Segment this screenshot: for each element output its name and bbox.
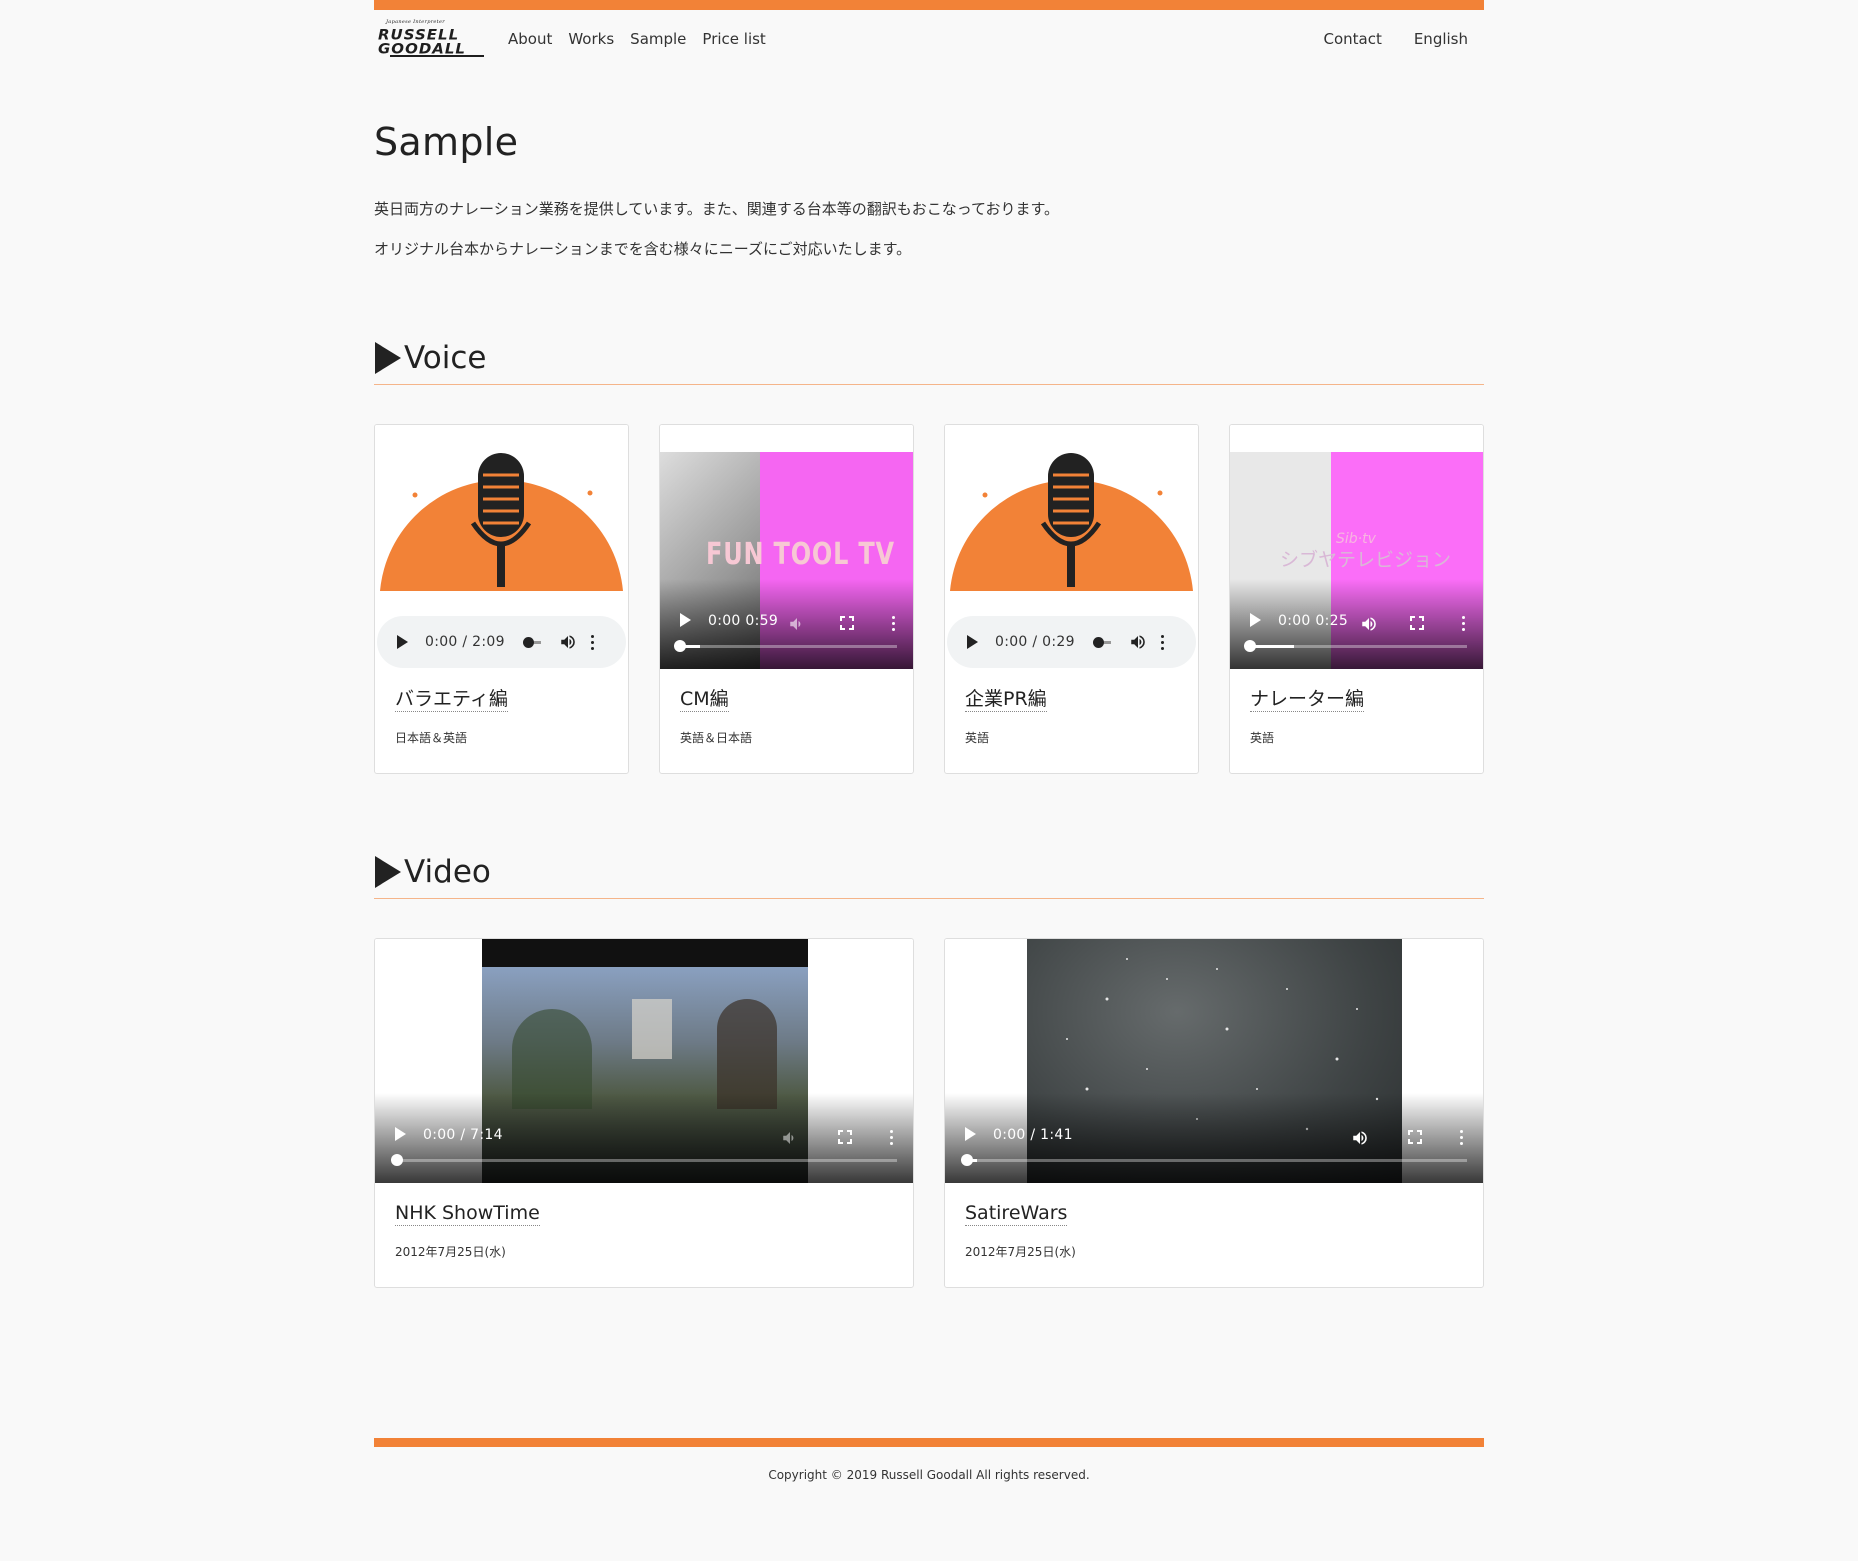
volume-icon[interactable] — [1360, 615, 1378, 633]
video-time: 0:00 / 1:41 — [993, 1127, 1073, 1143]
audio-player[interactable]: 0:00 / 0:29 — [947, 616, 1196, 668]
video-section-heading: Video — [374, 854, 491, 890]
logo-underline — [390, 55, 484, 57]
microphone-icon — [950, 453, 1193, 591]
play-icon[interactable] — [965, 1127, 976, 1141]
thumbnail-text: シブヤテレビジョン — [1280, 549, 1452, 571]
voice-divider — [374, 384, 1484, 385]
card-title[interactable]: SatireWars — [965, 1201, 1068, 1226]
volume-slider-knob[interactable] — [1092, 636, 1104, 648]
footer-accent-bar — [374, 1438, 1484, 1447]
copyright-text: Copyright © 2019 Russell Goodall All rig… — [768, 1468, 1090, 1482]
volume-slider-knob[interactable] — [522, 636, 534, 648]
fullscreen-icon[interactable] — [840, 616, 854, 630]
volume-icon[interactable] — [781, 1129, 799, 1147]
voice-card-corporate-pr: 0:00 / 0:29 企業PR編 英語 — [944, 424, 1199, 774]
voice-card-variety: 0:00 / 2:09 バラエティ編 日本語＆英語 — [374, 424, 629, 774]
voice-section-heading: Voice — [374, 340, 487, 376]
video-controls: 0:00 / 1:41 — [945, 1093, 1483, 1183]
video-controls: 0:00 0:59 — [660, 579, 913, 669]
volume-slider-track[interactable] — [533, 640, 541, 644]
more-options-icon[interactable] — [590, 634, 594, 650]
card-title[interactable]: バラエティ編 — [395, 687, 508, 712]
video-controls: 0:00 0:25 — [1230, 579, 1483, 669]
main-nav: About Works Sample Price list — [508, 30, 766, 48]
play-icon[interactable] — [1250, 613, 1261, 627]
video-time: 0:00 / 7:14 — [423, 1127, 503, 1143]
video-controls: 0:00 / 7:14 — [375, 1093, 913, 1183]
microphone-icon — [380, 453, 623, 591]
logo-subtitle: Japanese Interpreter — [386, 19, 445, 25]
progress-track[interactable] — [391, 1154, 897, 1166]
volume-icon[interactable] — [1129, 633, 1147, 651]
progress-track[interactable] — [674, 640, 897, 652]
play-icon[interactable] — [967, 635, 978, 649]
volume-slider-track[interactable] — [1103, 640, 1111, 644]
more-options-icon[interactable] — [1462, 616, 1465, 631]
video-card-satirewars: 0:00 / 1:41 SatireWars 2012年7月25日(水) — [944, 938, 1484, 1288]
nav-works[interactable]: Works — [568, 30, 614, 48]
nav-language[interactable]: English — [1414, 30, 1468, 48]
more-options-icon[interactable] — [1460, 1130, 1463, 1145]
play-triangle-icon — [375, 856, 401, 888]
intro-paragraph-2: オリジナル台本からナレーションまでを含む様々にニーズにご対応いたします。 — [374, 240, 912, 258]
card-title[interactable]: CM編 — [680, 687, 729, 712]
video-card-nhk-showtime: 0:00 / 7:14 NHK ShowTime 2012年7月25日(水) — [374, 938, 914, 1288]
audio-time: 0:00 / 2:09 — [425, 634, 505, 650]
logo[interactable]: Japanese Interpreter RUSSELL GOODALL — [376, 19, 484, 59]
video-time: 0:00 0:25 — [1278, 613, 1349, 629]
video-divider — [374, 898, 1484, 899]
nav-sample[interactable]: Sample — [630, 30, 686, 48]
more-options-icon[interactable] — [892, 616, 895, 631]
audio-time: 0:00 / 0:29 — [995, 634, 1075, 650]
nhk-video[interactable]: 0:00 / 7:14 — [375, 939, 913, 1183]
play-icon[interactable] — [680, 613, 691, 627]
nav-price-list[interactable]: Price list — [702, 30, 765, 48]
mic-thumbnail — [945, 425, 1198, 591]
thumbnail-text: FUN TOOL TV — [706, 537, 895, 572]
card-subtitle: 英語 — [965, 731, 990, 745]
mic-thumbnail — [375, 425, 628, 591]
volume-icon[interactable] — [788, 615, 806, 633]
nav-about[interactable]: About — [508, 30, 552, 48]
play-icon[interactable] — [395, 1127, 406, 1141]
volume-icon[interactable] — [1351, 1129, 1369, 1147]
card-title[interactable]: ナレーター編 — [1250, 687, 1365, 712]
nav-contact[interactable]: Contact — [1323, 30, 1381, 48]
fullscreen-icon[interactable] — [1410, 616, 1424, 630]
satirewars-video[interactable]: 0:00 / 1:41 — [945, 939, 1483, 1183]
cm-video[interactable]: FUN TOOL TV 0:00 0:59 — [660, 425, 913, 669]
card-subtitle: 日本語＆英語 — [395, 731, 468, 745]
voice-card-narrator: Sib·tv シブヤテレビジョン 0:00 0:25 ナレーター編 英語 — [1229, 424, 1484, 774]
progress-track[interactable] — [961, 1154, 1467, 1166]
more-options-icon[interactable] — [1160, 634, 1164, 650]
header: Japanese Interpreter RUSSELL GOODALL Abo… — [374, 10, 1484, 70]
right-nav: Contact English — [1323, 30, 1468, 48]
voice-heading-text: Voice — [404, 340, 487, 376]
intro-paragraph-1: 英日両方のナレーション業務を提供しています。また、関連する台本等の翻訳もおこなっ… — [374, 200, 1060, 218]
narrator-video[interactable]: Sib·tv シブヤテレビジョン 0:00 0:25 — [1230, 425, 1483, 669]
play-triangle-icon — [375, 342, 401, 374]
page-title: Sample — [374, 120, 519, 164]
card-title[interactable]: NHK ShowTime — [395, 1201, 540, 1226]
card-date: 2012年7月25日(水) — [965, 1245, 1076, 1259]
progress-track[interactable] — [1244, 640, 1467, 652]
top-accent-bar — [374, 0, 1484, 10]
volume-icon[interactable] — [559, 633, 577, 651]
audio-player[interactable]: 0:00 / 2:09 — [377, 616, 626, 668]
fullscreen-icon[interactable] — [1408, 1130, 1422, 1144]
page-wrapper: Japanese Interpreter RUSSELL GOODALL Abo… — [374, 0, 1484, 1482]
card-date: 2012年7月25日(水) — [395, 1245, 506, 1259]
card-subtitle: 英語＆日本語 — [680, 731, 753, 745]
video-time: 0:00 0:59 — [708, 613, 779, 629]
fullscreen-icon[interactable] — [838, 1130, 852, 1144]
card-subtitle: 英語 — [1250, 731, 1275, 745]
voice-card-cm: FUN TOOL TV 0:00 0:59 CM編 英語＆日本語 — [659, 424, 914, 774]
card-title[interactable]: 企業PR編 — [965, 687, 1047, 712]
video-heading-text: Video — [404, 854, 491, 890]
more-options-icon[interactable] — [890, 1130, 893, 1145]
play-icon[interactable] — [397, 635, 408, 649]
